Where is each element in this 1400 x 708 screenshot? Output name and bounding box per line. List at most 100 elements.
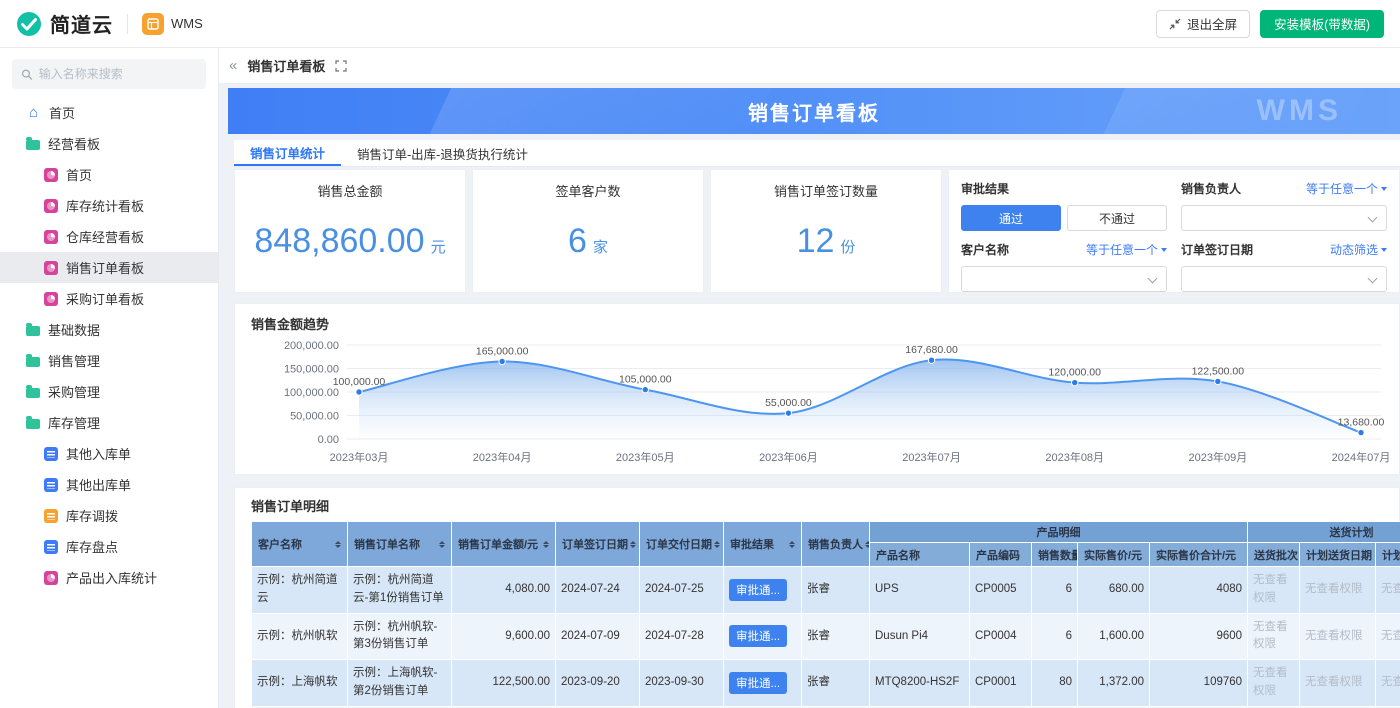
cell-approval: 审批通... <box>723 566 802 614</box>
column-header-实际售价/元[interactable]: 实际售价/元 <box>1077 542 1150 567</box>
form-icon <box>44 477 58 492</box>
cell-amount: 9,600.00 <box>451 612 556 661</box>
sort-icon[interactable] <box>439 538 445 551</box>
column-header-销售订单金额/元[interactable]: 销售订单金额/元 <box>451 521 556 567</box>
column-header-审批结果[interactable]: 审批结果 <box>723 521 802 567</box>
filter-approval: 审批结果 通过 不通过 <box>961 180 1167 231</box>
column-label: 销售负责人 <box>808 539 863 551</box>
cell-deliver_date: 2024-07-28 <box>639 612 724 661</box>
customer-select[interactable] <box>961 266 1167 292</box>
column-header-销售订单名称[interactable]: 销售订单名称 <box>347 521 452 567</box>
filter-approval-fail-button[interactable]: 不通过 <box>1067 205 1167 231</box>
cell-order_name: 示例：杭州简道云-第1份销售订单 <box>347 566 452 614</box>
sidebar-item-label: 采购管理 <box>48 385 101 400</box>
folder-icon <box>26 322 40 336</box>
column-header-客户名称[interactable]: 客户名称 <box>251 521 348 567</box>
sidebar-item-首页[interactable]: 首页 <box>0 159 218 190</box>
sidebar-item-销售订单看板[interactable]: 销售订单看板 <box>0 252 218 283</box>
banner: 销售订单看板 WMS <box>228 88 1400 134</box>
sidebar-item-采购订单看板[interactable]: 采购订单看板 <box>0 283 218 314</box>
sidebar-item-label: 销售订单看板 <box>66 261 145 276</box>
sidebar-item-采购管理[interactable]: 采购管理 <box>0 376 218 407</box>
column-header-计划送货数量[interactable]: 计划送货数量 <box>1375 542 1400 567</box>
sidebar-item-库存调拨[interactable]: 库存调拨 <box>0 500 218 531</box>
filter-customer-operator-link[interactable]: 等于任意一个 <box>1086 241 1167 258</box>
svg-text:13,680.00: 13,680.00 <box>1338 417 1385 429</box>
sidebar-item-基础数据[interactable]: 基础数据 <box>0 314 218 345</box>
expand-fullscreen-icon[interactable] <box>335 59 347 72</box>
stat-unit: 家 <box>592 239 608 256</box>
tab-sales-order-stats[interactable]: 销售订单统计 <box>234 140 342 166</box>
home-icon: ⌂ <box>28 103 39 121</box>
order-date-select[interactable] <box>1181 266 1387 292</box>
column-header-产品编码[interactable]: 产品编码 <box>969 542 1032 567</box>
sidebar-item-其他出库单[interactable]: 其他出库单 <box>0 469 218 500</box>
cell-code: CP0005 <box>969 566 1032 614</box>
exit-fullscreen-button[interactable]: 退出全屏 <box>1156 9 1251 38</box>
sales-trend-panel: 销售金额趋势 200,000.00 150,000.00 100,000.00 50,… <box>234 303 1400 475</box>
column-header-计划送货日期[interactable]: 计划送货日期 <box>1299 542 1377 567</box>
filter-order-date-operator-link[interactable]: 动态筛选 <box>1330 241 1387 258</box>
svg-text:165,000.00: 165,000.00 <box>476 345 529 357</box>
sidebar-item-经营看板[interactable]: 经营看板 <box>0 128 218 159</box>
group-header-产品明细: 产品明细 <box>868 521 1249 543</box>
column-header-销售数量[interactable]: 销售数量 <box>1031 542 1078 567</box>
dashboard-icon <box>44 229 58 244</box>
dashboard-icon <box>44 167 58 182</box>
sidebar-item-库存统计看板[interactable]: 库存统计看板 <box>0 190 218 221</box>
filter-sales-owner-operator-link[interactable]: 等于任意一个 <box>1306 180 1387 197</box>
column-label: 销售订单名称 <box>354 539 420 551</box>
sort-icon[interactable] <box>335 538 341 551</box>
cell-batch: 无查看权限 <box>1247 566 1301 614</box>
svg-text:2023年07月: 2023年07月 <box>902 450 961 464</box>
cell-customer: 示例：杭州帆软 <box>251 612 348 661</box>
column-header-送货批次[interactable]: 送货批次 <box>1247 542 1301 567</box>
column-header-订单签订日期[interactable]: 订单签订日期 <box>555 521 640 567</box>
cell-batch: 无查看权限 <box>1247 612 1301 661</box>
cell-approval: 审批通... <box>723 612 802 661</box>
column-header-实际售价合计/元[interactable]: 实际售价合计/元 <box>1148 542 1249 567</box>
tab-outbound-return-stats[interactable]: 销售订单-出库-退换货执行统计 <box>341 140 544 166</box>
column-header-订单交付日期[interactable]: 订单交付日期 <box>639 521 724 567</box>
search-input[interactable] <box>38 67 197 81</box>
sidebar-item-库存管理[interactable]: 库存管理 <box>0 407 218 438</box>
approval-status-button[interactable]: 审批通... <box>729 625 788 648</box>
sidebar-item-销售管理[interactable]: 销售管理 <box>0 345 218 376</box>
approval-status-button[interactable]: 审批通... <box>729 672 788 695</box>
column-header-销售负责人[interactable]: 销售负责人 <box>801 521 870 567</box>
sales-owner-select[interactable] <box>1181 205 1387 231</box>
sort-icon[interactable] <box>543 538 549 551</box>
column-header-产品名称[interactable]: 产品名称 <box>869 542 970 567</box>
cell-sign_date: 2023-09-20 <box>555 659 640 707</box>
filter-approval-label: 审批结果 <box>961 182 1010 196</box>
filter-approval-pass-button[interactable]: 通过 <box>961 205 1061 231</box>
stat-value: 12 份 <box>797 222 856 261</box>
filter-customer: 客户名称 等于任意一个 <box>961 241 1167 292</box>
sidebar-item-首页[interactable]: ⌂ 首页 <box>0 97 218 128</box>
sidebar-item-label: 基础数据 <box>48 323 101 338</box>
column-label: 销售订单金额/元 <box>458 539 539 551</box>
cell-deliver_date: 2023-09-30 <box>639 659 724 707</box>
install-template-button[interactable]: 安装模板(带数据) <box>1260 9 1384 38</box>
sidebar-nav: ⌂ 首页 经营看板 首页 库存统计看板 仓库经营看板销售订单看板采购订单看板基础数据销售管… <box>0 97 218 593</box>
svg-text:2023年04月: 2023年04月 <box>473 450 532 464</box>
sort-icon[interactable] <box>865 538 869 551</box>
order-table: 客户名称 销售订单名称 销售订单金额/元 订单签订日期 订单交付日期 审批结果 销售负责人产… <box>251 521 1400 708</box>
sort-icon[interactable] <box>630 538 636 551</box>
table-wrap: 客户名称 销售订单名称 销售订单金额/元 订单签订日期 订单交付日期 审批结果 销售负责人产… <box>251 521 1400 708</box>
svg-text:100,000.00: 100,000.00 <box>284 387 339 399</box>
chart-title: 销售金额趋势 <box>251 317 330 332</box>
stat-number: 12 <box>796 222 835 260</box>
sidebar-item-其他入库单[interactable]: 其他入库单 <box>0 438 218 469</box>
dashboard-icon <box>44 198 58 213</box>
collapse-sidebar-icon[interactable]: « <box>229 57 237 74</box>
sidebar-item-库存盘点[interactable]: 库存盘点 <box>0 531 218 562</box>
page-tab[interactable]: 销售订单看板 <box>247 56 325 75</box>
form-icon <box>44 539 58 554</box>
approval-status-button[interactable]: 审批通... <box>729 578 788 601</box>
sidebar-item-仓库经营看板[interactable]: 仓库经营看板 <box>0 221 218 252</box>
sidebar-search[interactable] <box>12 59 206 89</box>
sidebar-item-产品出入库统计[interactable]: 产品出入库统计 <box>0 562 218 593</box>
sort-icon[interactable] <box>714 538 720 551</box>
sort-icon[interactable] <box>789 538 795 551</box>
